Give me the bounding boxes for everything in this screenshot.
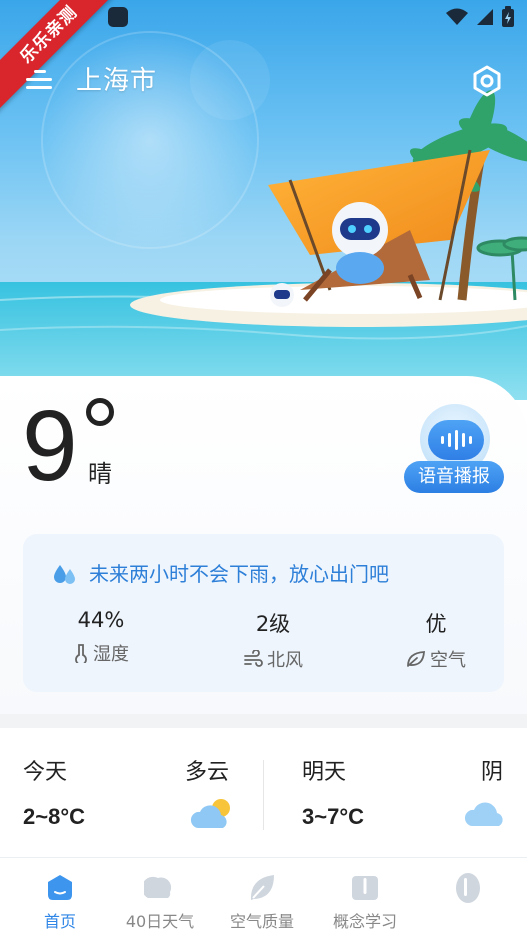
wind-label-row: 北风 bbox=[213, 646, 333, 672]
air-label: 空气 bbox=[430, 650, 466, 671]
humidity-value: 44% bbox=[77, 608, 125, 632]
city-name[interactable]: 上海市 bbox=[76, 60, 157, 97]
nav-home-label: 首页 bbox=[43, 912, 76, 931]
signal-icon bbox=[477, 9, 493, 25]
forecast-tomorrow-range: 3~7°C bbox=[302, 804, 365, 829]
wind-stat: 2级 北风 bbox=[213, 608, 333, 672]
air-stat: 优 空气 bbox=[376, 608, 496, 672]
forecast-today-condition: 多云 bbox=[184, 760, 229, 785]
nav-40day-label: 40日天气 bbox=[125, 912, 195, 931]
nav-air-quality[interactable]: 空气质量 bbox=[212, 858, 312, 936]
settings-icon[interactable] bbox=[470, 64, 504, 98]
app-notification-icon bbox=[108, 7, 128, 27]
home-icon bbox=[48, 875, 72, 900]
section-divider bbox=[0, 714, 527, 728]
cloudy-icon bbox=[464, 802, 503, 826]
nav-air-quality-label: 空气质量 bbox=[229, 912, 294, 931]
leaf-nav-icon bbox=[250, 875, 274, 900]
wind-icon bbox=[244, 650, 263, 667]
menu-button[interactable] bbox=[26, 66, 54, 94]
partly-cloudy-icon bbox=[190, 799, 230, 828]
menu-icon bbox=[34, 70, 46, 73]
forecast-today[interactable]: 今天 多云 2~8°C bbox=[0, 728, 263, 856]
forecast-tomorrow-day: 明天 bbox=[302, 760, 347, 785]
book-icon bbox=[352, 876, 378, 900]
forecast-tomorrow[interactable]: 明天 阴 3~7°C bbox=[264, 728, 527, 856]
wifi-icon bbox=[446, 8, 468, 25]
nav-concept-learning[interactable]: 概念学习 bbox=[315, 858, 415, 936]
current-temperature: 9 bbox=[22, 390, 78, 502]
nav-concept-learning-label: 概念学习 bbox=[332, 912, 397, 931]
menu-icon-line bbox=[26, 86, 52, 89]
menu-icon-line bbox=[26, 78, 52, 81]
bottom-navigation: 首页 40日天气 空气质量 概念学习 bbox=[0, 858, 527, 936]
rain-tip[interactable]: 未来两小时不会下雨，放心出门吧 bbox=[51, 558, 389, 587]
degree-symbol bbox=[86, 398, 114, 426]
weather-info-card: 未来两小时不会下雨，放心出门吧 44% 湿度 2级 北风 优 空气 bbox=[23, 534, 504, 692]
forecast-tomorrow-condition: 阴 bbox=[480, 760, 503, 785]
sound-wave-icon bbox=[428, 420, 484, 460]
status-icons bbox=[445, 6, 515, 28]
current-condition: 晴 bbox=[88, 460, 112, 488]
forecast-today-range: 2~8°C bbox=[23, 804, 86, 829]
nav-home[interactable]: 首页 bbox=[10, 858, 110, 936]
voice-broadcast-label: 语音播报 bbox=[404, 461, 504, 493]
wind-label: 北风 bbox=[267, 650, 303, 671]
forecast-today-day: 今天 bbox=[23, 760, 68, 785]
humidity-label: 湿度 bbox=[93, 644, 129, 665]
hero-banner: 乐乐亲测 上海市 bbox=[0, 0, 527, 400]
air-value: 优 bbox=[425, 612, 447, 636]
nav-40day[interactable]: 40日天气 bbox=[110, 858, 210, 936]
raindrops-icon bbox=[54, 564, 75, 584]
wind-value: 2级 bbox=[255, 612, 291, 636]
humidity-stat: 44% 湿度 bbox=[41, 608, 161, 666]
forecast-section: 今天 多云 2~8°C 明天 阴 3~7°C bbox=[0, 728, 527, 856]
humidity-label-row: 湿度 bbox=[41, 640, 161, 666]
battery-icon bbox=[502, 6, 514, 27]
forecast-40-icon bbox=[144, 876, 172, 898]
leaf-icon bbox=[407, 651, 425, 667]
air-label-row: 空气 bbox=[376, 646, 496, 672]
extra-nav-icon bbox=[456, 873, 480, 903]
thermometer-icon bbox=[75, 644, 87, 663]
voice-broadcast-button[interactable]: 语音播报 bbox=[404, 404, 504, 496]
rain-tip-text: 未来两小时不会下雨，放心出门吧 bbox=[89, 562, 389, 586]
nav-extra[interactable] bbox=[418, 858, 518, 936]
